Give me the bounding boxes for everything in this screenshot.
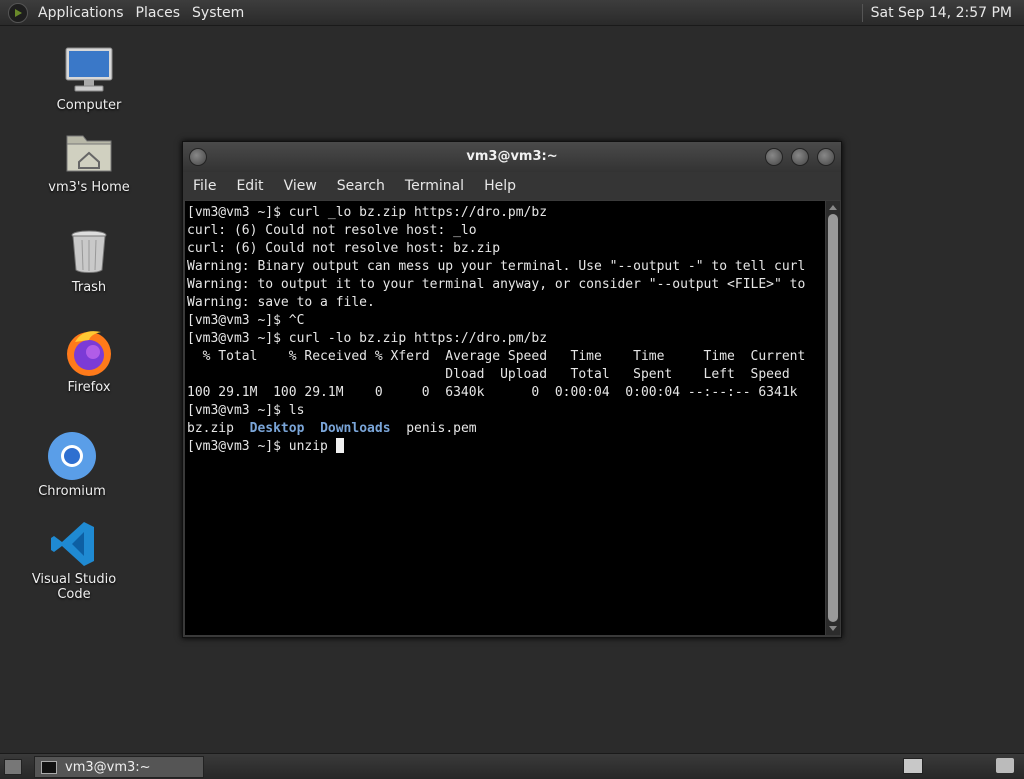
terminal-output[interactable]: [vm3@vm3 ~]$ curl _lo bz.zip https://dro… bbox=[185, 201, 825, 635]
current-prompt[interactable]: [vm3@vm3 ~]$ unzip bbox=[187, 439, 336, 454]
minimize-button[interactable] bbox=[765, 148, 783, 166]
gnome-foot-icon[interactable] bbox=[8, 2, 28, 23]
desktop-icon-vscode[interactable]: Visual Studio Code bbox=[14, 518, 134, 602]
terminal-line: Dload Upload Total Spent Left Speed bbox=[187, 367, 790, 382]
menu-terminal[interactable]: Terminal bbox=[395, 178, 474, 194]
terminal-line: curl: (6) Could not resolve host: _lo bbox=[187, 223, 477, 238]
system-menu[interactable]: System bbox=[186, 5, 250, 21]
firefox-icon bbox=[63, 326, 115, 378]
terminal-line: Warning: save to a file. bbox=[187, 295, 375, 310]
ls-directory: Desktop bbox=[249, 421, 305, 436]
menu-search[interactable]: Search bbox=[327, 178, 395, 194]
show-desktop-icon[interactable] bbox=[4, 759, 22, 775]
ls-directory: Downloads bbox=[320, 421, 391, 436]
terminal-window[interactable]: vm3@vm3:~ File Edit View Search Terminal… bbox=[182, 141, 842, 638]
desktop-icon-firefox[interactable]: Firefox bbox=[29, 326, 149, 395]
terminal-line: % Total % Received % Xferd Average Speed… bbox=[187, 349, 806, 364]
window-titlebar[interactable]: vm3@vm3:~ bbox=[183, 142, 841, 172]
desktop-icon-computer[interactable]: Computer bbox=[29, 44, 149, 113]
panel-separator bbox=[861, 3, 863, 22]
maximize-button[interactable] bbox=[791, 148, 809, 166]
terminal-line: [vm3@vm3 ~]$ curl -lo bz.zip https://dro… bbox=[187, 331, 548, 346]
desktop-icon-label: Chromium bbox=[38, 484, 106, 499]
chromium-icon bbox=[46, 430, 98, 482]
scroll-up-arrow-icon[interactable] bbox=[829, 205, 837, 210]
desktop-icon-home[interactable]: vm3's Home bbox=[29, 126, 149, 195]
terminal-line: Warning: Binary output can mess up your … bbox=[187, 259, 806, 274]
scrollbar-thumb[interactable] bbox=[828, 214, 838, 622]
top-panel: Applications Places System Sat Sep 14, 2… bbox=[0, 0, 1024, 26]
trash-applet-icon[interactable] bbox=[996, 758, 1014, 773]
menu-edit[interactable]: Edit bbox=[226, 178, 273, 194]
desktop-icon-trash[interactable]: Trash bbox=[29, 226, 149, 295]
close-button[interactable] bbox=[817, 148, 835, 166]
desktop-icon-chromium[interactable]: Chromium bbox=[12, 430, 132, 499]
terminal-scrollbar[interactable] bbox=[826, 201, 840, 635]
terminal-line: 100 29.1M 100 29.1M 0 0 6340k 0 0:00:04 … bbox=[187, 385, 798, 400]
workspace-switcher[interactable] bbox=[903, 758, 923, 774]
taskbar-terminal-button[interactable]: vm3@vm3:~ bbox=[34, 756, 204, 778]
terminal-icon bbox=[41, 760, 57, 774]
terminal-line: curl: (6) Could not resolve host: bz.zip bbox=[187, 241, 501, 256]
terminal-line: [vm3@vm3 ~]$ curl _lo bz.zip https://dro… bbox=[187, 205, 548, 220]
home-folder-icon bbox=[63, 126, 115, 178]
ls-file: bz.zip bbox=[187, 421, 234, 436]
computer-icon bbox=[63, 44, 115, 96]
trash-icon bbox=[63, 226, 115, 278]
desktop-icon-label: Computer bbox=[56, 98, 122, 113]
places-menu[interactable]: Places bbox=[130, 5, 187, 21]
applications-menu[interactable]: Applications bbox=[32, 5, 130, 21]
desktop-icon-label: Visual Studio Code bbox=[31, 572, 117, 602]
bottom-panel: vm3@vm3:~ bbox=[0, 753, 1024, 779]
terminal-line: [vm3@vm3 ~]$ ls bbox=[187, 403, 305, 418]
taskbar-label: vm3@vm3:~ bbox=[65, 759, 151, 775]
terminal-line: Warning: to output it to your terminal a… bbox=[187, 277, 806, 292]
menu-view[interactable]: View bbox=[274, 178, 327, 194]
desktop-icon-label: Trash bbox=[71, 280, 107, 295]
menu-help[interactable]: Help bbox=[474, 178, 526, 194]
vscode-icon bbox=[48, 518, 100, 570]
terminal-menubar: File Edit View Search Terminal Help bbox=[183, 172, 841, 200]
menu-file[interactable]: File bbox=[183, 178, 226, 194]
ls-file: penis.pem bbox=[406, 421, 477, 436]
window-title: vm3@vm3:~ bbox=[466, 149, 558, 164]
scroll-down-arrow-icon[interactable] bbox=[829, 626, 837, 631]
text-cursor bbox=[335, 438, 344, 453]
desktop-icon-label: Firefox bbox=[67, 380, 111, 395]
desktop-icon-label: vm3's Home bbox=[48, 180, 130, 195]
terminal-line: [vm3@vm3 ~]$ ^C bbox=[187, 313, 305, 328]
clock[interactable]: Sat Sep 14, 2:57 PM bbox=[871, 5, 1024, 21]
